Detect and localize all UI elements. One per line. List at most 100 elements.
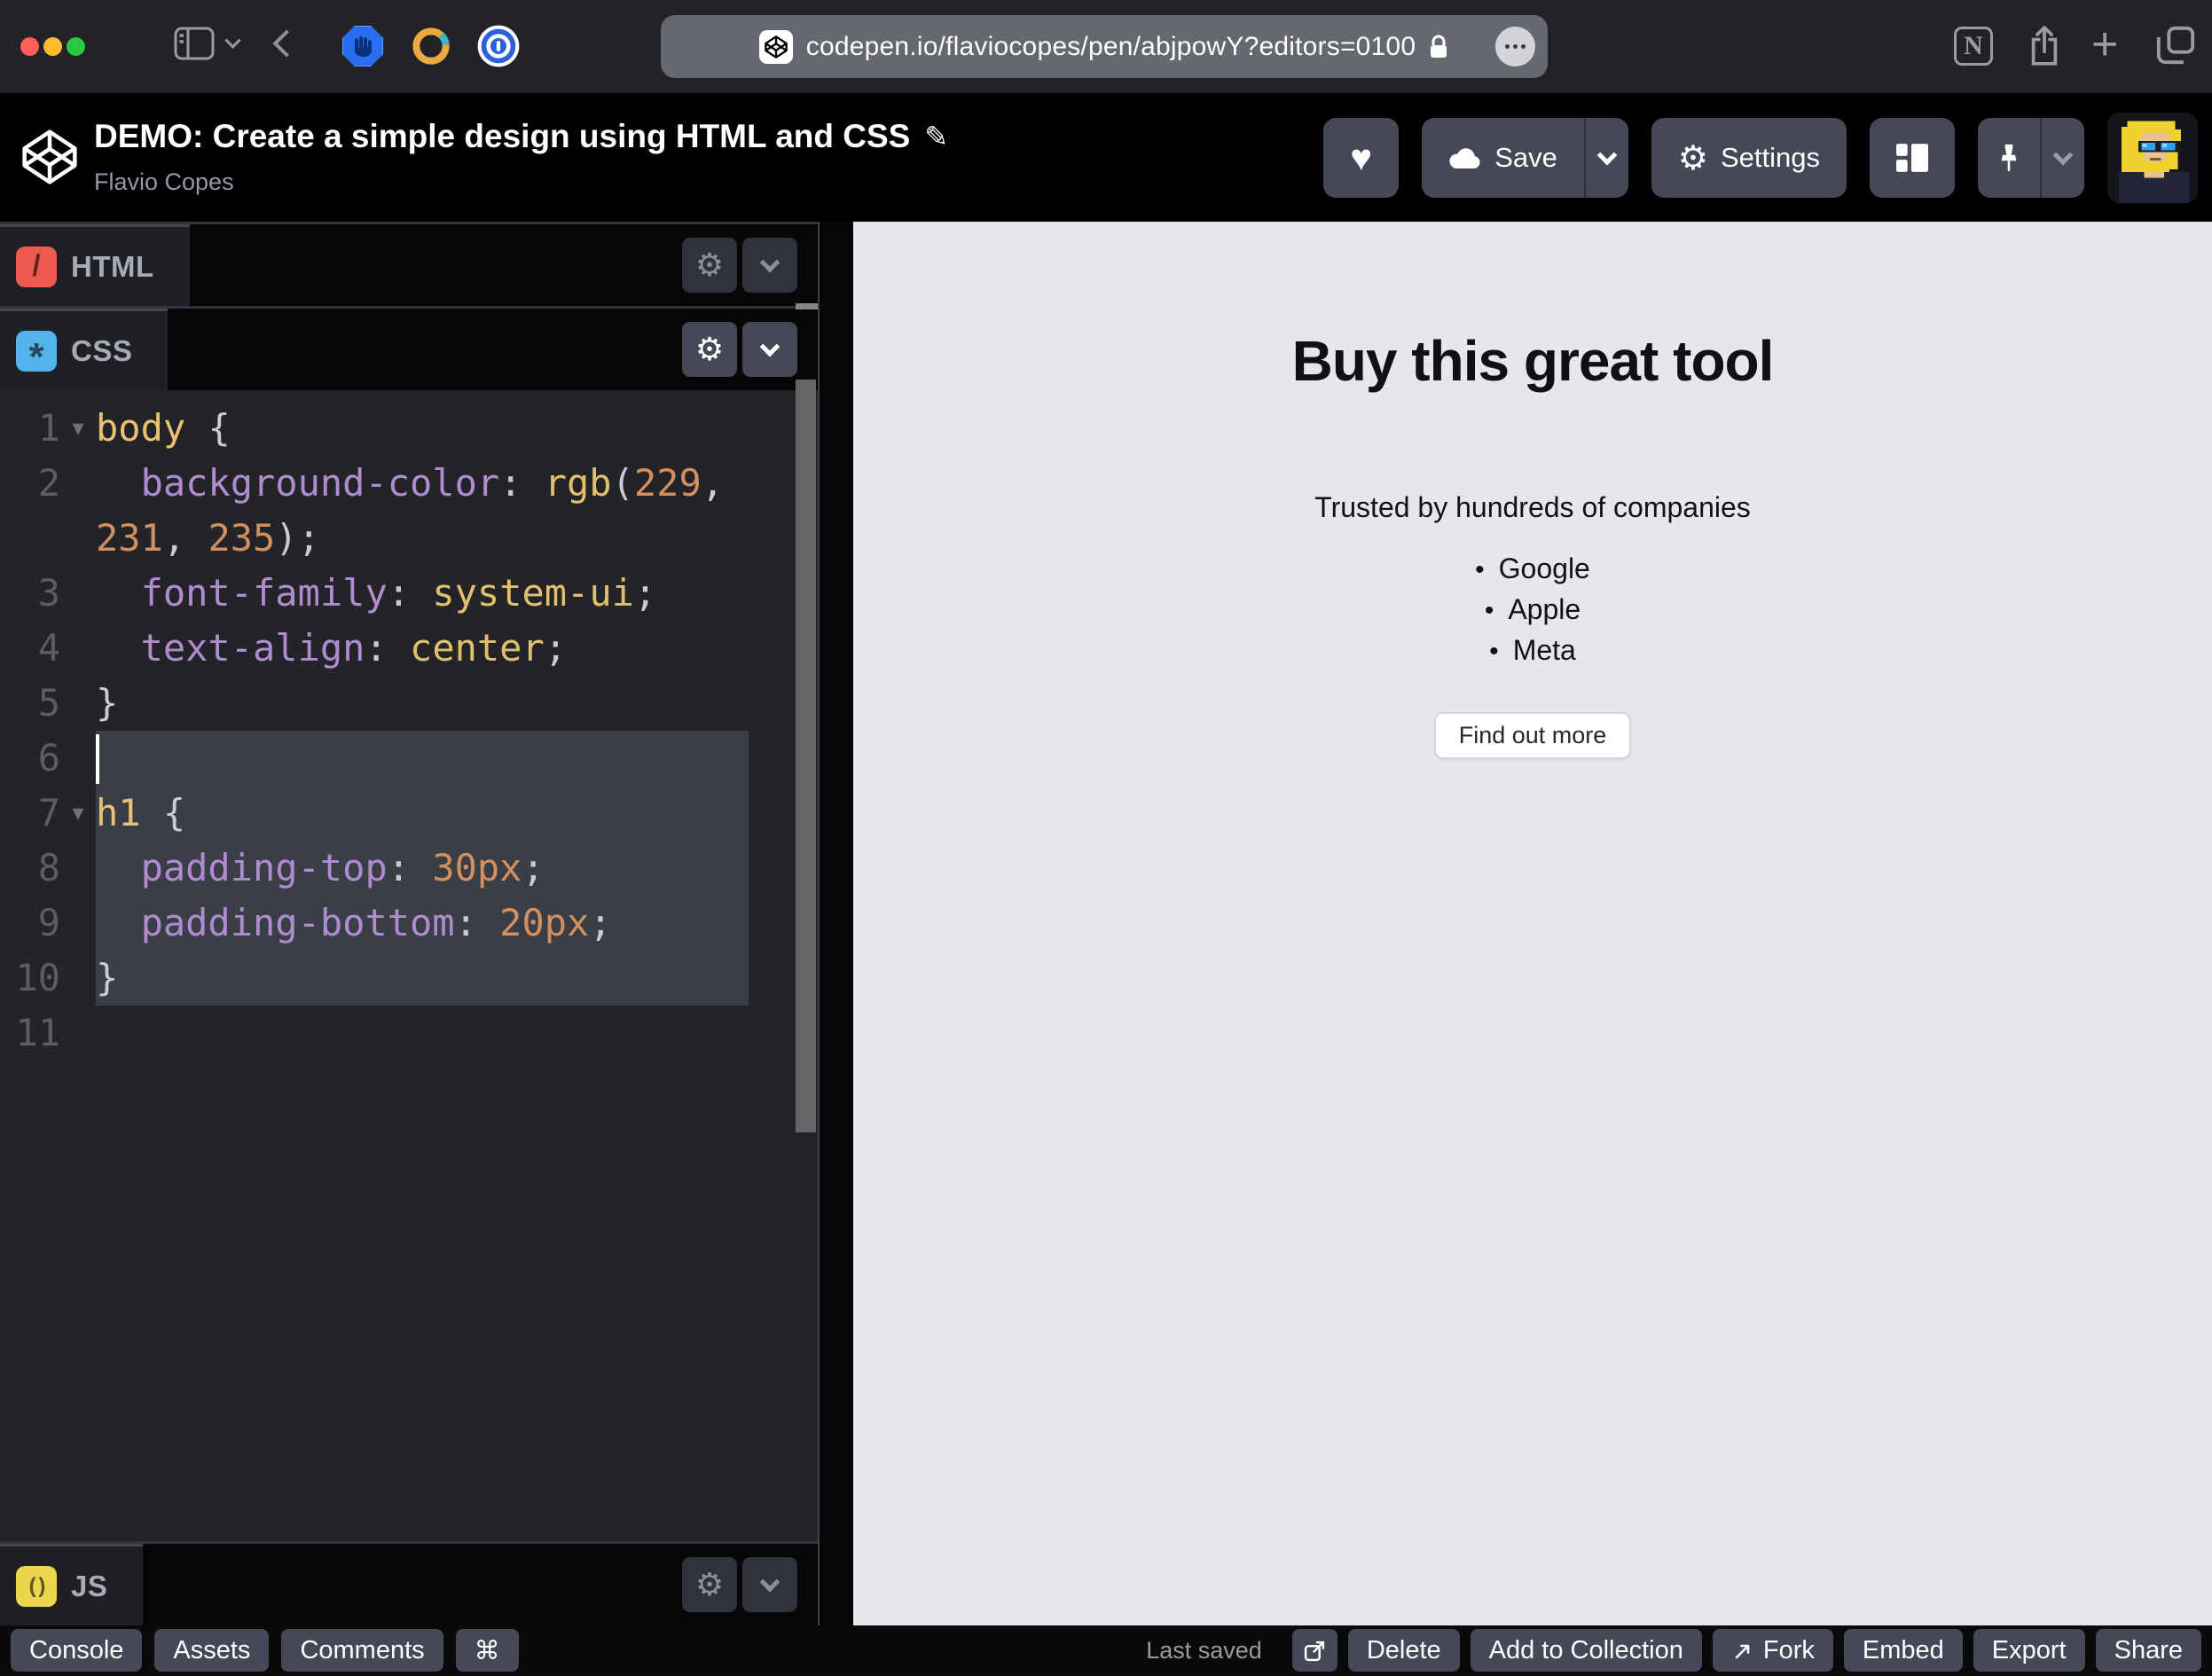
assets-button[interactable]: Assets	[154, 1629, 269, 1672]
edit-title-icon[interactable]: ✎	[924, 120, 948, 153]
code-row[interactable]: 5}	[0, 676, 818, 731]
pin-button[interactable]	[1978, 118, 2040, 198]
codepen-logo-icon[interactable]	[20, 127, 80, 187]
address-bar[interactable]: codepen.io/flaviocopes/pen/abjpowY?edito…	[661, 15, 1548, 78]
code-line: h1 {	[96, 786, 185, 841]
embed-button[interactable]: Embed	[1844, 1629, 1963, 1672]
console-button[interactable]: Console	[11, 1629, 142, 1672]
layout-button[interactable]	[1870, 118, 1955, 198]
pen-title-row: DEMO: Create a simple design using HTML …	[94, 118, 948, 155]
comments-button[interactable]: Comments	[281, 1629, 443, 1672]
delete-button[interactable]: Delete	[1348, 1629, 1460, 1672]
save-menu-button[interactable]	[1584, 118, 1628, 198]
fold-gutter	[60, 456, 96, 511]
js-editor-section: ( ) JS ⚙	[0, 1541, 818, 1625]
ring-extension-icon[interactable]	[410, 25, 452, 67]
fold-arrow-icon[interactable]: ▾	[60, 786, 96, 841]
tab-overview-icon[interactable]	[2155, 25, 2196, 66]
code-line: }	[96, 951, 118, 1006]
window-close-button[interactable]	[20, 37, 39, 56]
page-options-button[interactable]	[1495, 27, 1535, 67]
content-blocker-extension-icon[interactable]	[342, 26, 383, 67]
save-button-group: Save	[1422, 118, 1628, 198]
gear-icon: ⚙	[695, 247, 724, 284]
export-button[interactable]: Export	[1973, 1629, 2085, 1672]
company-list: •Google•Apple•Meta	[853, 549, 2212, 671]
pen-header: DEMO: Create a simple design using HTML …	[0, 93, 2212, 222]
line-number: 1	[0, 401, 60, 456]
css-tab-label: CSS	[71, 334, 132, 368]
fold-gutter	[60, 951, 96, 1006]
sidebar-menu-chevron-icon[interactable]	[227, 37, 239, 49]
fork-button[interactable]: Fork	[1713, 1629, 1833, 1672]
url-text: codepen.io/flaviocopes/pen/abjpowY?edito…	[806, 32, 1416, 62]
code-row[interactable]: 2 background-color: rgb(229,	[0, 456, 818, 511]
css-code-editor[interactable]: 1▾body {2 background-color: rgb(229,231,…	[0, 390, 818, 1541]
fold-arrow-icon[interactable]: ▾	[60, 401, 96, 456]
code-line: }	[96, 676, 118, 731]
editor-scrollbar[interactable]	[796, 380, 816, 1132]
css-collapse-button[interactable]	[742, 322, 797, 377]
html-settings-button[interactable]: ⚙	[682, 238, 737, 293]
pen-author[interactable]: Flavio Copes	[94, 168, 234, 196]
meta-key-button[interactable]: ⌘	[456, 1629, 519, 1672]
css-settings-button[interactable]: ⚙	[682, 322, 737, 377]
line-number: 10	[0, 951, 60, 1006]
pen-title: DEMO: Create a simple design using HTML …	[94, 118, 910, 155]
resize-handle[interactable]	[796, 303, 818, 309]
external-link-icon	[1303, 1639, 1327, 1663]
header-actions: ♥ Save ⚙ Settings	[1323, 93, 2198, 222]
fold-gutter	[60, 731, 96, 786]
code-row[interactable]: 8 padding-top: 30px;	[0, 841, 818, 896]
sidebar-toggle-icon[interactable]	[174, 27, 215, 60]
code-row[interactable]: 3 font-family: system-ui;	[0, 566, 818, 621]
find-out-more-button[interactable]: Find out more	[1434, 712, 1632, 759]
code-line: body {	[96, 401, 231, 456]
css-code-rows: 1▾body {2 background-color: rgb(229,231,…	[0, 401, 818, 1061]
user-avatar[interactable]	[2107, 113, 2198, 203]
tab-css[interactable]: * CSS	[0, 309, 168, 390]
code-row[interactable]: 9 padding-bottom: 20px;	[0, 896, 818, 951]
back-button[interactable]	[277, 34, 296, 53]
notion-app-icon[interactable]: N	[1954, 27, 1993, 66]
code-row[interactable]: 10}	[0, 951, 818, 1006]
code-row[interactable]: 4 text-align: center;	[0, 621, 818, 676]
pin-menu-button[interactable]	[2040, 118, 2084, 198]
share-icon[interactable]	[2027, 23, 2062, 69]
app-window: codepen.io/flaviocopes/pen/abjpowY?edito…	[0, 0, 2212, 1676]
html-collapse-button[interactable]	[742, 238, 797, 293]
tab-html[interactable]: / HTML	[0, 224, 190, 306]
line-number: 11	[0, 1006, 60, 1061]
code-row[interactable]: 1▾body {	[0, 401, 818, 456]
code-row[interactable]: 231, 235);	[0, 511, 818, 566]
window-minimize-button[interactable]	[43, 37, 62, 56]
tab-js[interactable]: ( ) JS	[0, 1544, 143, 1625]
onepassword-extension-icon[interactable]	[477, 25, 520, 67]
add-to-collection-button[interactable]: Add to Collection	[1471, 1629, 1702, 1672]
js-settings-button[interactable]: ⚙	[682, 1557, 737, 1612]
workspace: / HTML ⚙ * CSS ⚙	[0, 222, 2212, 1625]
fold-gutter	[60, 896, 96, 951]
js-collapse-button[interactable]	[742, 1557, 797, 1612]
preview-pane: Buy this great tool Trusted by hundreds …	[853, 222, 2212, 1625]
window-zoom-button[interactable]	[67, 37, 85, 56]
code-row[interactable]: 6	[0, 731, 818, 786]
css-panel-icon: *	[16, 331, 57, 372]
code-line: text-align: center;	[96, 621, 567, 676]
html-editor-section: / HTML ⚙	[0, 222, 818, 306]
save-button[interactable]: Save	[1422, 118, 1584, 198]
share-button[interactable]: Share	[2096, 1629, 2201, 1672]
footer-right-buttons: Delete Add to Collection Fork EmbedExport Sh…	[1348, 1629, 2201, 1672]
footer-bar: Console Assets Comments ⌘ Last saved Delete…	[0, 1625, 2212, 1676]
code-row[interactable]: 7▾h1 {	[0, 786, 818, 841]
settings-button[interactable]: ⚙ Settings	[1651, 118, 1847, 198]
save-status: Last saved	[1146, 1637, 1262, 1664]
fold-gutter	[60, 1006, 96, 1061]
like-button[interactable]: ♥	[1323, 118, 1399, 198]
line-number: 9	[0, 896, 60, 951]
open-external-button[interactable]	[1292, 1629, 1337, 1672]
browser-toolbar: codepen.io/flaviocopes/pen/abjpowY?edito…	[0, 0, 2212, 93]
pane-resizer[interactable]	[818, 222, 853, 1625]
code-row[interactable]: 11	[0, 1006, 818, 1061]
new-tab-icon[interactable]: +	[2091, 27, 2118, 62]
